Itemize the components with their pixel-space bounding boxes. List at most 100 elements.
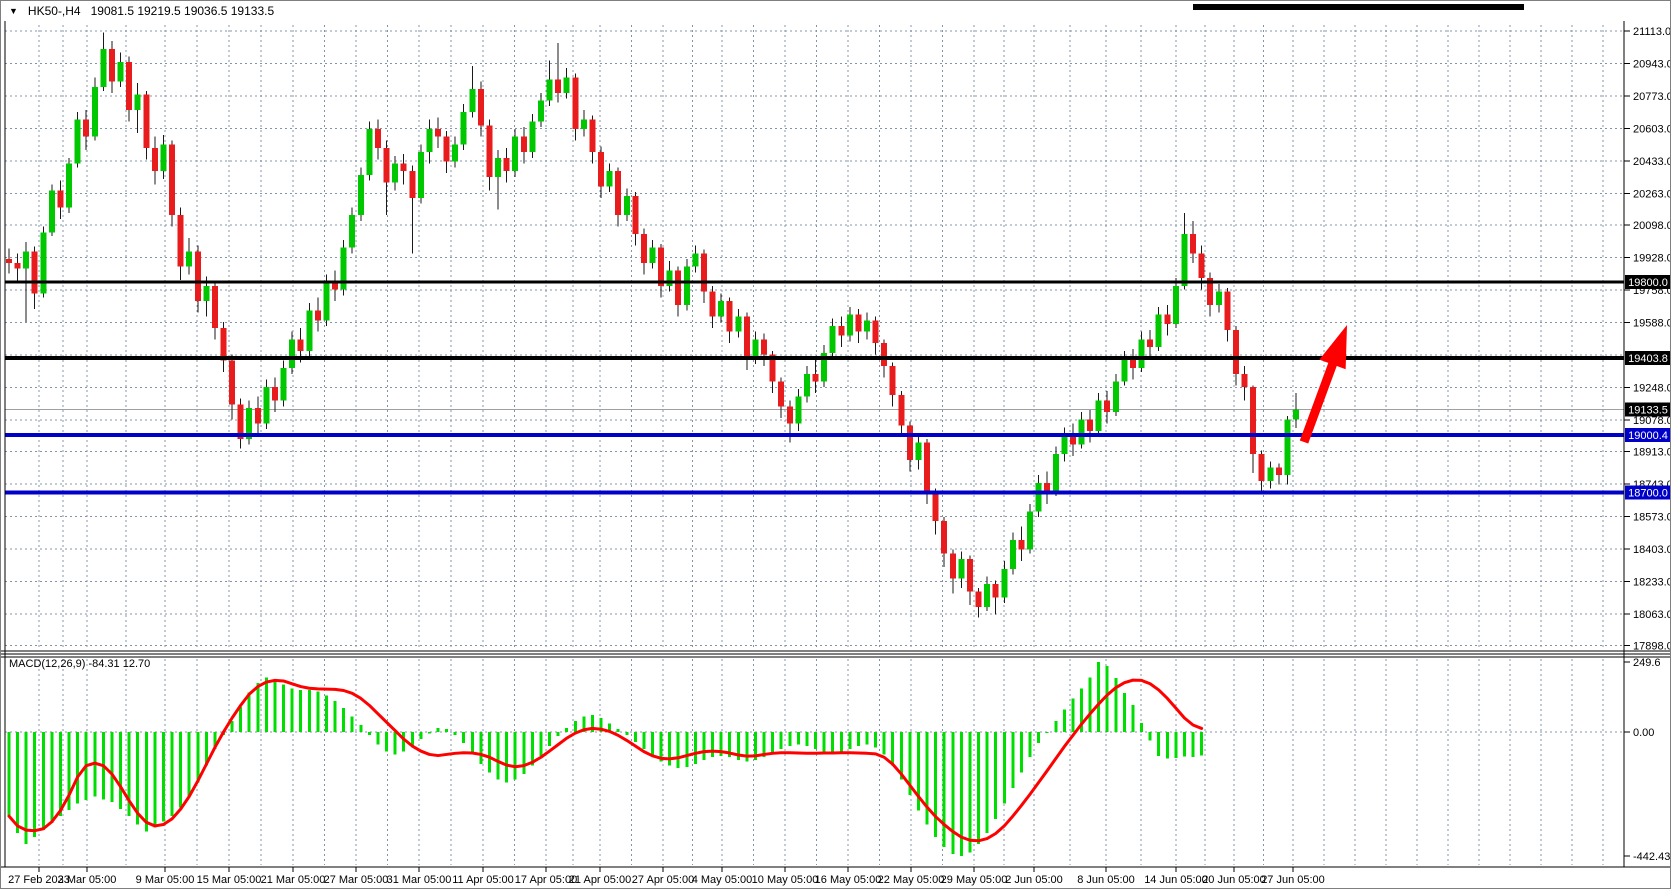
time-tick-label: 3 Mar 05:00 xyxy=(58,874,117,886)
candle-bear xyxy=(375,129,381,148)
macd-histogram-bar xyxy=(574,721,577,732)
macd-histogram-bar xyxy=(497,732,500,780)
macd-histogram-bar xyxy=(1140,723,1143,732)
candle-bear xyxy=(1233,330,1239,374)
macd-histogram-bar xyxy=(16,732,19,833)
candle-bull xyxy=(752,339,758,358)
candle-bear xyxy=(967,559,973,591)
candle-bull xyxy=(607,171,613,186)
macd-histogram-bar xyxy=(479,732,482,764)
time-tick-label: 22 May 05:00 xyxy=(878,874,945,886)
time-tick-label: 27 Jun 05:00 xyxy=(1261,874,1325,886)
chart-title: ▼ HK50-,H4 19081.5 19219.5 19036.5 19133… xyxy=(9,4,274,18)
candle-bull xyxy=(306,311,312,351)
time-tick-label: 27 Apr 05:00 xyxy=(632,874,694,886)
macd-histogram-bar xyxy=(1157,732,1160,756)
candle-bear xyxy=(1104,401,1110,412)
price-tick-label: 19588.0 xyxy=(1633,318,1671,330)
trend-arrow[interactable] xyxy=(1304,325,1347,442)
candle-bear xyxy=(6,259,12,263)
candle-bull xyxy=(718,301,724,316)
macd-histogram-bar xyxy=(256,683,259,732)
macd-histogram-bar xyxy=(359,725,362,732)
macd-histogram-bar xyxy=(1011,732,1014,788)
candle-bear xyxy=(1190,234,1196,253)
candle-bull xyxy=(289,339,295,368)
candle-bull xyxy=(92,87,98,137)
price-tick-label: 19248.0 xyxy=(1633,383,1671,395)
candle-bull xyxy=(1156,315,1162,347)
candle-bull xyxy=(1284,419,1290,475)
macd-histogram-bar xyxy=(685,732,688,767)
time-axis[interactable]: 27 Feb 20233 Mar 05:009 Mar 05:0015 Mar … xyxy=(8,867,1325,886)
price-tick-label: 18403.0 xyxy=(1633,544,1671,556)
candle-bear xyxy=(169,144,175,215)
price-tick-label: 19078.0 xyxy=(1633,415,1671,427)
candle-bear xyxy=(555,79,561,92)
macd-histogram-bar xyxy=(986,732,989,833)
price-tick-label: 20603.0 xyxy=(1633,124,1671,136)
macd-histogram-bar xyxy=(1183,732,1186,757)
price-axis[interactable]: 21113.020943.020773.020603.020433.020263… xyxy=(1624,21,1671,867)
candle-bull xyxy=(804,374,810,397)
chart-title-symbol: HK50-,H4 xyxy=(28,4,81,18)
candle-bear xyxy=(761,339,767,354)
candle-bull xyxy=(624,196,630,215)
candle-bull xyxy=(495,158,501,177)
macd-histogram-bar xyxy=(368,732,371,735)
chart-title-ohlc: 19081.5 19219.5 19036.5 19133.5 xyxy=(91,4,275,18)
candle-bear xyxy=(598,152,604,186)
time-tick-label: 10 May 05:00 xyxy=(752,874,819,886)
macd-histogram-bar xyxy=(342,708,345,732)
candle-bear xyxy=(710,292,716,317)
candle-bull xyxy=(418,152,424,198)
macd-histogram-bar xyxy=(522,732,525,774)
candle-bull xyxy=(1267,467,1273,480)
candle-bull xyxy=(366,129,372,175)
chevron-down-icon[interactable]: ▼ xyxy=(9,5,18,17)
time-tick-label: 31 Mar 05:00 xyxy=(387,874,452,886)
candle-bear xyxy=(478,89,484,125)
macd-histogram-bar xyxy=(1020,732,1023,773)
candle-bull xyxy=(1079,420,1085,445)
candle-bear xyxy=(126,62,132,110)
macd-histogram-bar xyxy=(1192,732,1195,757)
macd-histogram-bar xyxy=(823,732,826,752)
candle-bull xyxy=(1027,511,1033,549)
trend-arrow-shaft[interactable] xyxy=(1304,359,1335,442)
macd-histogram-bar xyxy=(437,728,440,732)
chart-canvas[interactable]: 21113.020943.020773.020603.020433.020263… xyxy=(1,1,1671,889)
candle-bear xyxy=(675,271,681,305)
macd-histogram-bar xyxy=(325,696,328,732)
candle-bear xyxy=(212,286,218,328)
macd-histogram-bar xyxy=(926,732,929,825)
macd-histogram-bar xyxy=(1029,732,1032,757)
time-tick-label: 29 May 05:00 xyxy=(941,874,1008,886)
candle-bull xyxy=(186,251,192,266)
candle-bull xyxy=(1036,483,1042,512)
macd-histogram-bar xyxy=(617,729,620,732)
candle-bear xyxy=(1242,374,1248,387)
candle-bull xyxy=(735,316,741,331)
price-tick-label: 18063.0 xyxy=(1633,609,1671,621)
macd-histogram-bar xyxy=(351,717,354,732)
macd-histogram-bar xyxy=(883,732,886,754)
time-tick-label: 14 Jun 05:00 xyxy=(1144,874,1208,886)
macd-histogram-bar xyxy=(445,729,448,732)
candle-bull xyxy=(564,77,570,92)
candle-bull xyxy=(667,271,673,286)
macd-histogram-bar xyxy=(814,732,817,749)
candle-bull xyxy=(1010,540,1016,569)
macd-histogram-bar xyxy=(282,684,285,732)
candle-bear xyxy=(658,248,664,286)
candle-bull xyxy=(461,112,467,144)
price-tick-label: 21113.0 xyxy=(1633,26,1671,38)
candle-bear xyxy=(855,315,861,332)
candle-bear xyxy=(890,366,896,395)
price-pane xyxy=(5,33,1624,618)
candle-bear xyxy=(1250,387,1256,454)
candle-bull xyxy=(349,215,355,247)
candle-bull xyxy=(529,121,535,152)
macd-histogram-bar xyxy=(805,732,808,746)
macd-histogram-bar xyxy=(308,690,311,732)
